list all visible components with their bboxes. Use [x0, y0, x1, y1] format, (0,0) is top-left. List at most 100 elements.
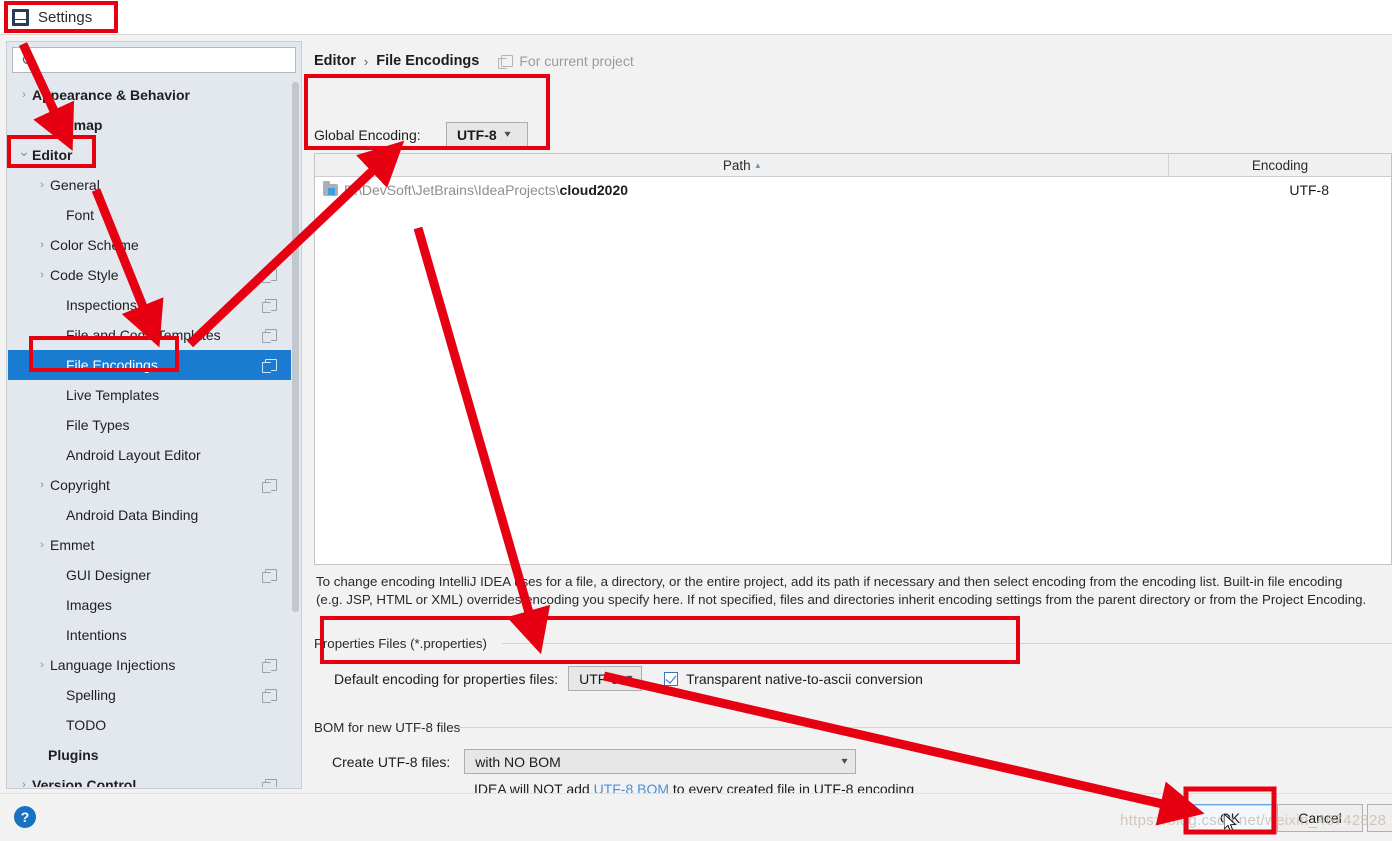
column-header-encoding-label: Encoding — [1251, 157, 1309, 173]
column-header-path-label: Path — [722, 157, 751, 173]
breadcrumb-parent[interactable]: Editor — [314, 53, 356, 69]
chevron-right-icon[interactable]: › — [34, 239, 50, 251]
copy-icon — [262, 329, 277, 343]
copy-icon — [262, 779, 277, 787]
sidebar-item-label: Color Scheme — [50, 237, 139, 253]
properties-group-title: Properties Files (*.properties) — [314, 636, 494, 651]
sidebar-item-appearance-behavior[interactable]: › Appearance & Behavior — [8, 80, 291, 110]
sidebar-item-label: Emmet — [50, 537, 95, 553]
create-utf8-dropdown[interactable]: with NO BOM ▾ — [464, 749, 857, 774]
copy-icon — [262, 479, 277, 493]
sidebar-item-label: File Encodings — [66, 357, 158, 373]
sidebar-item-code-style[interactable]: › Code Style — [8, 260, 291, 290]
table-row[interactable]: D:\DevSoft\JetBrains\IdeaProjects\cloud2… — [315, 177, 1391, 203]
folder-icon — [323, 181, 338, 196]
table-header: Path ▴ Encoding — [315, 154, 1391, 177]
global-encoding-dropdown[interactable]: UTF-8 ▾ — [446, 122, 528, 147]
copy-icon — [262, 359, 277, 373]
breadcrumb-current: File Encodings — [376, 53, 480, 69]
intellij-idea-icon — [12, 8, 29, 26]
properties-group-divider — [502, 643, 1392, 644]
chevron-right-icon[interactable]: › — [16, 779, 32, 787]
global-encoding-value: UTF-8 — [457, 126, 497, 143]
sidebar-item-label: Keymap — [48, 117, 103, 133]
help-button[interactable]: ? — [14, 806, 36, 828]
sidebar-item-label: Live Templates — [66, 387, 160, 403]
sidebar-item-color-scheme[interactable]: › Color Scheme — [8, 230, 291, 260]
global-encoding-label: Global Encoding: — [314, 126, 421, 143]
sidebar-item-live-templates[interactable]: Live Templates — [8, 380, 291, 410]
sidebar-item-label: Editor — [32, 147, 73, 163]
create-utf8-label: Create UTF-8 files: — [332, 753, 451, 770]
sidebar-item-keymap[interactable]: Keymap — [8, 110, 291, 140]
sidebar-item-editor[interactable]: ⌄ Editor — [8, 140, 291, 170]
sidebar-item-spelling[interactable]: Spelling — [8, 680, 291, 710]
dialog-title-bar: Settings — [0, 0, 1392, 34]
settings-dialog: › Appearance & Behavior Keymap ⌄ Editor › Gene… — [0, 34, 1392, 841]
file-encodings-panel: Editor › File Encodings For current proj… — [306, 39, 1392, 797]
copy-icon — [262, 299, 277, 313]
sidebar-item-font[interactable]: Font — [8, 200, 291, 230]
sidebar-item-todo[interactable]: TODO — [8, 710, 291, 740]
create-utf8-value: with NO BOM — [475, 753, 561, 770]
native-to-ascii-checkbox-row[interactable]: Transparent native-to-ascii conversion — [664, 671, 923, 687]
column-header-encoding[interactable]: Encoding — [1169, 154, 1391, 176]
sidebar-scrollbar-thumb[interactable] — [292, 82, 299, 612]
chevron-right-icon[interactable]: › — [34, 179, 50, 191]
chevron-right-icon[interactable]: › — [34, 659, 50, 671]
table-cell-encoding[interactable]: UTF-8 — [1289, 182, 1329, 198]
breadcrumb-separator-icon: › — [363, 53, 369, 69]
copy-icon — [262, 659, 277, 673]
chevron-down-icon: ▾ — [841, 756, 848, 767]
sidebar-item-plugins[interactable]: Plugins — [8, 740, 291, 770]
sidebar-item-copyright[interactable]: › Copyright — [8, 470, 291, 500]
chevron-right-icon[interactable]: › — [34, 539, 50, 551]
sidebar-item-file-encodings[interactable]: File Encodings — [8, 350, 291, 380]
sidebar-item-label: Font — [66, 207, 95, 223]
sidebar-item-images[interactable]: Images — [8, 590, 291, 620]
path-name: cloud2020 — [559, 182, 629, 198]
table-cell-path: D:\DevSoft\JetBrains\IdeaProjects\cloud2… — [344, 182, 628, 198]
chevron-right-icon[interactable]: › — [16, 89, 32, 101]
chevron-right-icon[interactable]: › — [34, 479, 50, 491]
sidebar-item-label: Appearance & Behavior — [32, 87, 190, 103]
search-input[interactable] — [38, 49, 295, 71]
settings-sidebar: › Appearance & Behavior Keymap ⌄ Editor › Gene… — [6, 41, 302, 789]
column-header-path[interactable]: Path ▴ — [315, 154, 1169, 176]
sidebar-item-label: File Types — [66, 417, 130, 433]
sidebar-item-intentions[interactable]: Intentions — [8, 620, 291, 650]
chevron-down-icon: ▾ — [626, 673, 633, 684]
encodings-table: Path ▴ Encoding D:\DevSoft\JetBrains\Ide… — [314, 153, 1392, 565]
sidebar-item-label: Images — [66, 597, 112, 613]
sidebar-item-general[interactable]: › General — [8, 170, 291, 200]
sidebar-item-gui-designer[interactable]: GUI Designer — [8, 560, 291, 590]
sidebar-search[interactable] — [12, 47, 296, 73]
properties-encoding-row: Default encoding for properties files: U… — [334, 666, 923, 691]
chevron-right-icon[interactable]: › — [34, 269, 50, 281]
properties-encoding-value: UTF-8 — [579, 670, 619, 687]
sidebar-item-emmet[interactable]: › Emmet — [8, 530, 291, 560]
copy-icon — [498, 55, 514, 69]
sidebar-item-android-data-binding[interactable]: Android Data Binding — [8, 500, 291, 530]
sidebar-scrollbar[interactable] — [292, 82, 299, 707]
sidebar-item-android-layout-editor[interactable]: Android Layout Editor — [8, 440, 291, 470]
copy-icon — [262, 569, 277, 583]
sidebar-item-file-and-code-templates[interactable]: File and Code Templates — [8, 320, 291, 350]
chevron-down-icon[interactable]: ⌄ — [16, 144, 32, 158]
breadcrumb: Editor › File Encodings For current proj… — [314, 53, 634, 69]
sidebar-item-file-types[interactable]: File Types — [8, 410, 291, 440]
sidebar-item-label: File and Code Templates — [66, 327, 221, 343]
sidebar-item-label: Copyright — [50, 477, 110, 493]
sidebar-item-inspections[interactable]: Inspections — [8, 290, 291, 320]
sidebar-item-label: Spelling — [66, 687, 116, 703]
sort-ascending-icon: ▴ — [755, 159, 761, 170]
properties-encoding-dropdown[interactable]: UTF-8 ▾ — [568, 666, 643, 691]
sidebar-item-label: Code Style — [50, 267, 119, 283]
settings-tree[interactable]: › Appearance & Behavior Keymap ⌄ Editor › Gene… — [8, 80, 291, 787]
properties-encoding-label: Default encoding for properties files: — [334, 670, 559, 687]
sidebar-item-label: Android Data Binding — [66, 507, 199, 523]
sidebar-item-version-control[interactable]: › Version Control — [8, 770, 291, 787]
sidebar-item-language-injections[interactable]: › Language Injections — [8, 650, 291, 680]
mouse-cursor — [1224, 814, 1237, 833]
native-to-ascii-checkbox[interactable] — [664, 671, 679, 686]
